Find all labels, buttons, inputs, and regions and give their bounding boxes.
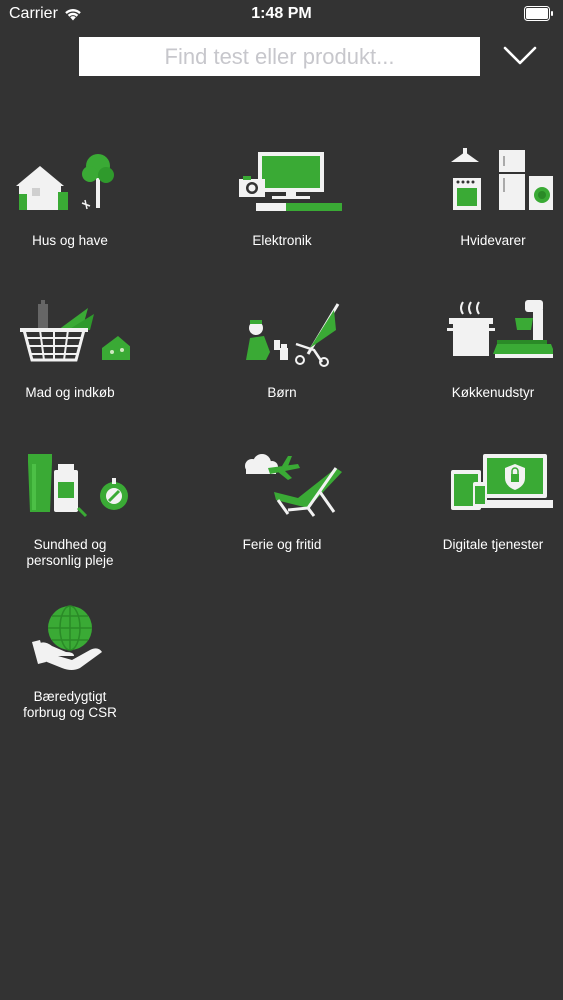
category-ferie-og-fritid[interactable]: Ferie og fritid bbox=[212, 452, 352, 553]
category-hus-og-have[interactable]: Hus og have bbox=[0, 148, 140, 249]
status-bar: Carrier 1:48 PM bbox=[0, 0, 563, 30]
plane-beach-chair-icon bbox=[245, 454, 342, 517]
category-born[interactable]: Børn bbox=[212, 300, 352, 401]
tv-camera-icon bbox=[239, 152, 342, 211]
category-label: Digitale tjenester bbox=[442, 537, 544, 552]
category-baeredygtigt-forbrug-og-csr[interactable]: Bæredygtigt forbrug og CSR bbox=[0, 604, 140, 721]
globe-hand-icon bbox=[32, 605, 102, 670]
category-label: Hvidevarer bbox=[460, 233, 526, 248]
category-label: Bæredygtigt forbrug og CSR bbox=[23, 689, 117, 720]
category-digitale-tjenester[interactable]: Digitale tjenester bbox=[423, 452, 563, 553]
category-sundhed-og-personlig-pleje[interactable]: Sundhed og personlig pleje bbox=[0, 452, 140, 569]
category-label: Ferie og fritid bbox=[242, 537, 322, 552]
category-kokkenudstyr[interactable]: Køkkenudstyr bbox=[423, 300, 563, 401]
category-label: Elektronik bbox=[252, 233, 312, 248]
kitchen-pot-mixer-icon bbox=[447, 300, 553, 358]
clock: 1:48 PM bbox=[251, 5, 312, 22]
search-input[interactable] bbox=[79, 37, 480, 76]
category-label: Børn bbox=[267, 385, 297, 400]
category-label: Køkkenudstyr bbox=[451, 385, 535, 400]
chevron-down-icon bbox=[503, 46, 537, 65]
category-elektronik[interactable]: Elektronik bbox=[212, 148, 352, 249]
shopping-basket-icon bbox=[20, 300, 130, 362]
category-mad-og-indkob[interactable]: Mad og indkøb bbox=[0, 300, 140, 401]
dropdown-toggle-button[interactable] bbox=[500, 38, 540, 74]
health-care-icon bbox=[28, 454, 128, 518]
child-stroller-icon bbox=[246, 303, 340, 367]
house-tree-icon bbox=[16, 154, 114, 210]
battery-icon bbox=[524, 6, 554, 26]
category-label: Hus og have bbox=[32, 233, 108, 248]
appliances-icon bbox=[451, 148, 553, 210]
devices-security-icon bbox=[451, 454, 553, 510]
category-label: Sundhed og personlig pleje bbox=[26, 537, 114, 568]
category-label: Mad og indkøb bbox=[25, 385, 115, 400]
category-hvidevarer[interactable]: Hvidevarer bbox=[423, 148, 563, 249]
